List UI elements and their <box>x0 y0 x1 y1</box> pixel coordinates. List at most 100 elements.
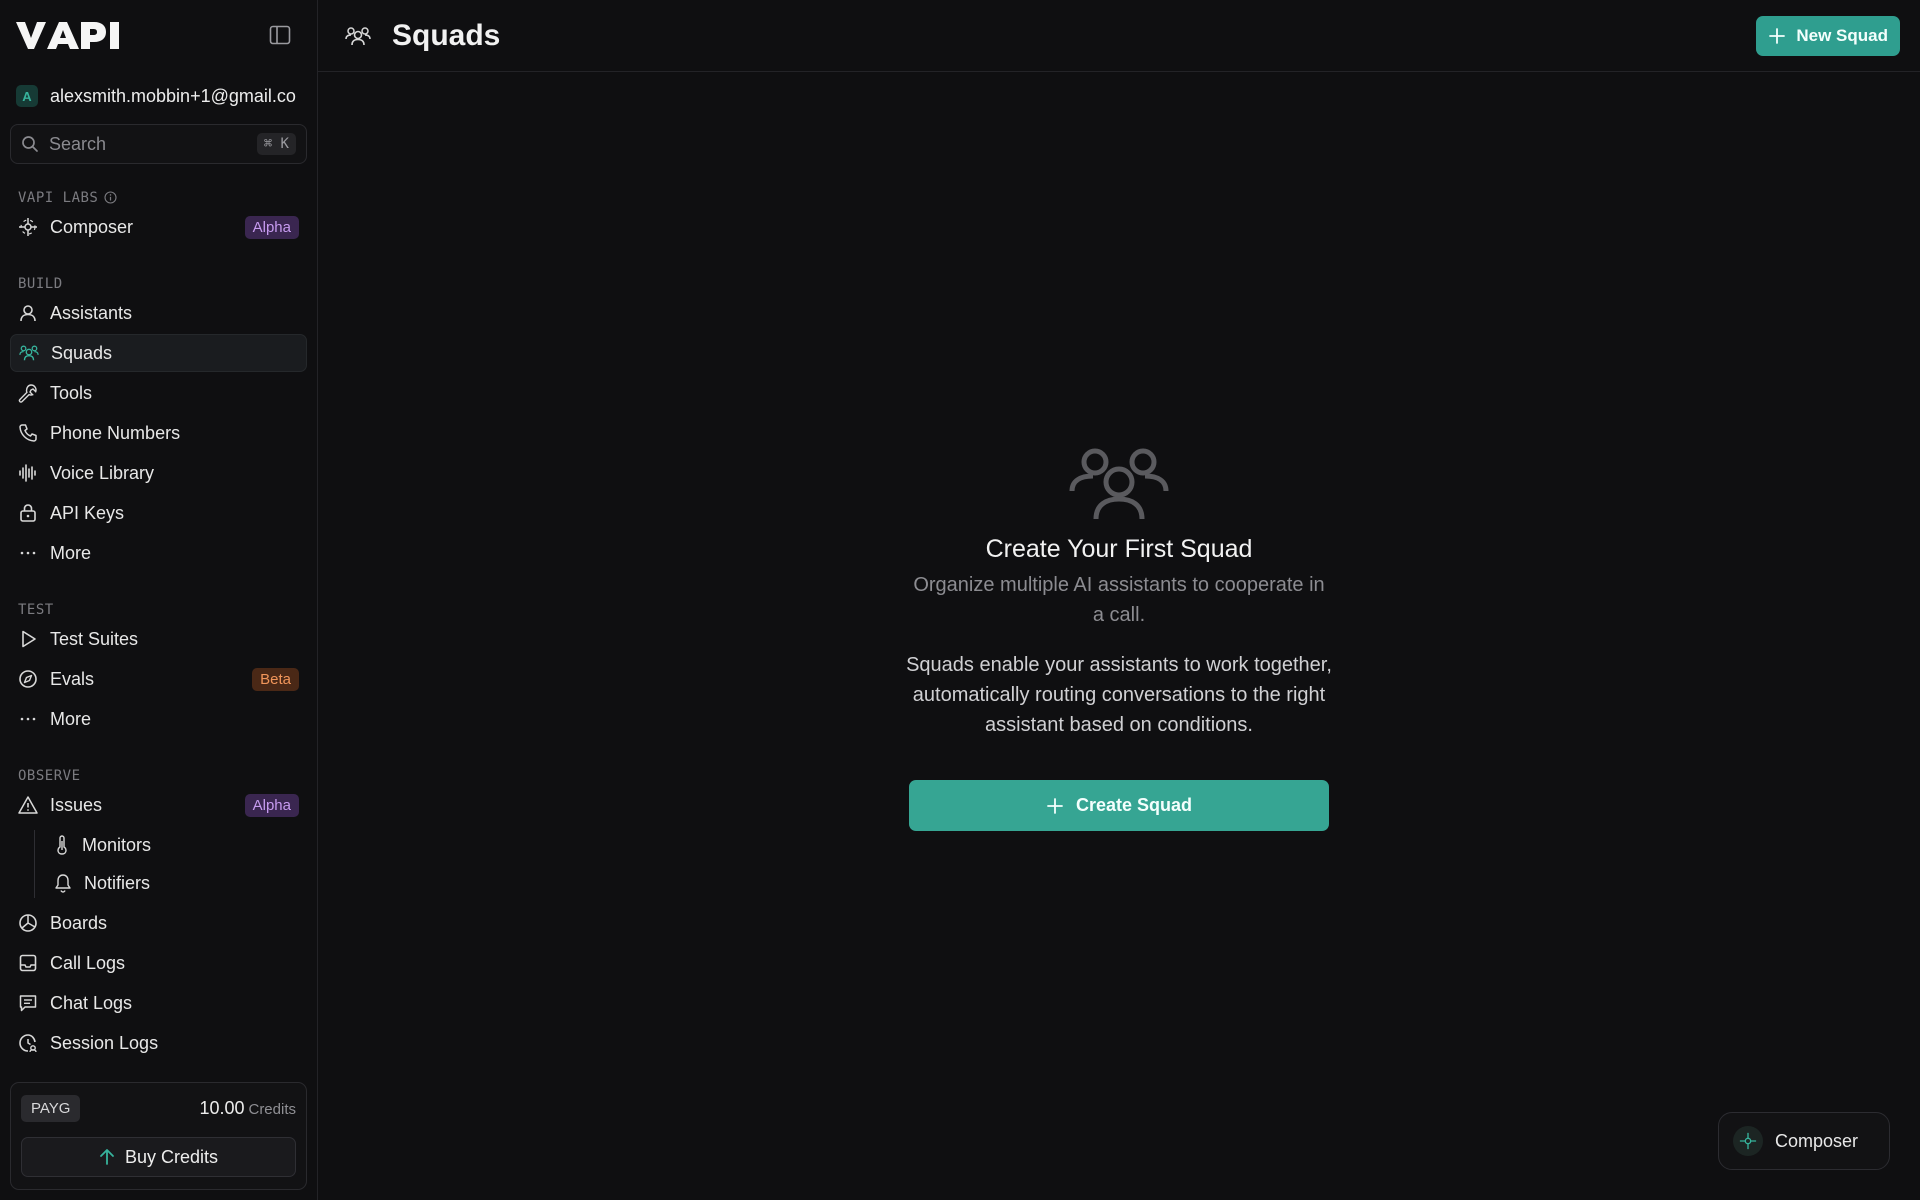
composer-label: Composer <box>1775 1130 1859 1151</box>
page-header: Squads New Squad <box>318 0 1920 72</box>
create-squad-button[interactable]: Create Squad <box>909 780 1329 831</box>
search-shortcut: ⌘ K <box>256 133 296 155</box>
panel-left-icon <box>269 25 291 45</box>
sidebar-item-label: Monitors <box>82 834 152 855</box>
alpha-badge: Alpha <box>244 215 299 239</box>
sidebar-item-label: Phone Numbers <box>50 422 181 443</box>
users-icon <box>1069 448 1169 520</box>
sidebar-item-voice-library[interactable]: Voice Library <box>10 454 307 492</box>
issues-subitems: Monitors Notifiers <box>34 826 317 902</box>
search-input[interactable]: Search ⌘ K <box>10 124 307 164</box>
pie-chart-icon <box>18 913 38 933</box>
play-icon <box>18 629 38 649</box>
account-switcher[interactable]: A alexsmith.mobbin+1@gmail.co <box>0 70 317 122</box>
search-placeholder: Search <box>49 133 107 154</box>
sidebar-item-label: Boards <box>50 912 108 933</box>
sidebar-item-label: Tools <box>50 382 93 403</box>
app-root: A alexsmith.mobbin+1@gmail.co Search ⌘ K… <box>0 0 1920 1200</box>
sidebar-item-squads[interactable]: Squads <box>10 334 307 372</box>
alpha-badge: Alpha <box>244 793 299 817</box>
arrow-up-icon <box>100 1149 114 1165</box>
plus-icon <box>1047 797 1063 814</box>
wrench-icon <box>18 383 38 403</box>
sidebar-item-label: Squads <box>51 342 113 363</box>
section-label-build: BUILD <box>18 276 63 292</box>
user-icon <box>18 303 38 323</box>
sidebar-item-label: Test Suites <box>50 628 139 649</box>
bell-icon <box>55 874 71 893</box>
create-squad-label: Create Squad <box>1075 795 1193 815</box>
empty-state-subtitle: Organize multiple AI assistants to coope… <box>913 574 1325 626</box>
credit-unit: Credits <box>248 1100 296 1118</box>
section-label-observe: OBSERVE <box>18 768 81 784</box>
sidebar-item-tools[interactable]: Tools <box>10 374 307 412</box>
plan-badge: PAYG <box>21 1094 81 1122</box>
lock-icon <box>18 503 38 523</box>
buy-credits-label: Buy Credits <box>124 1146 219 1167</box>
vapi-logo[interactable] <box>14 18 124 52</box>
sidebar-item-api-keys[interactable]: API Keys <box>10 494 307 532</box>
new-squad-label: New Squad <box>1796 25 1888 45</box>
buy-credits-button[interactable]: Buy Credits <box>21 1137 296 1177</box>
vapi-logo-mark <box>16 22 119 49</box>
sidebar-item-label: API Keys <box>50 502 125 523</box>
sidebar-item-label: Evals <box>50 668 95 689</box>
message-icon <box>18 993 38 1013</box>
sidebar-item-label: Call Logs <box>50 952 126 973</box>
audio-wave-icon <box>18 463 38 483</box>
sidebar-item-issues[interactable]: Issues Alpha <box>10 786 307 824</box>
thermometer-icon <box>57 835 67 855</box>
credits-balance: 10.00 Credits <box>199 1098 296 1119</box>
credits-panel: PAYG 10.00 Credits Buy Credits <box>10 1082 307 1190</box>
avatar: A <box>16 85 38 107</box>
beta-badge: Beta <box>252 667 299 691</box>
sidebar-item-test-suites[interactable]: Test Suites <box>10 620 307 658</box>
sidebar-item-phone-numbers[interactable]: Phone Numbers <box>10 414 307 452</box>
credit-amount: 10.00 <box>199 1097 245 1118</box>
sidebar-item-chat-logs[interactable]: Chat Logs <box>10 984 307 1022</box>
session-icon <box>18 1033 38 1053</box>
sidebar-item-composer[interactable]: Composer Alpha <box>10 208 307 246</box>
sidebar-item-label: Voice Library <box>50 462 155 483</box>
plus-icon <box>1769 27 1786 44</box>
sidebar-item-build-more[interactable]: More <box>10 534 307 572</box>
page-title: Squads <box>392 18 501 52</box>
composer-icon <box>18 217 38 237</box>
sidebar-item-assistants[interactable]: Assistants <box>10 294 307 332</box>
sidebar-item-notifiers[interactable]: Notifiers <box>34 864 317 902</box>
sidebar-item-label: More <box>50 542 92 563</box>
sidebar-collapse-button[interactable] <box>265 20 295 50</box>
sidebar-item-session-logs[interactable]: Session Logs <box>10 1024 307 1062</box>
sidebar-item-label: Issues <box>50 794 103 815</box>
main-content: Squads New Squad Create Your First Squad… <box>318 0 1920 1200</box>
inbox-icon <box>18 953 38 973</box>
users-icon <box>342 20 374 52</box>
sidebar: A alexsmith.mobbin+1@gmail.co Search ⌘ K… <box>0 0 318 1200</box>
sidebar-item-label: Assistants <box>50 302 133 323</box>
info-icon[interactable] <box>104 191 117 204</box>
account-email: alexsmith.mobbin+1@gmail.co <box>50 85 296 106</box>
composer-button[interactable]: Composer <box>1718 1112 1890 1170</box>
more-icon <box>18 709 38 729</box>
sidebar-item-label: More <box>50 708 92 729</box>
section-label-labs: VAPI LABS <box>0 178 317 206</box>
sidebar-item-test-more[interactable]: More <box>10 700 307 738</box>
more-icon <box>18 543 38 563</box>
phone-icon <box>18 423 38 443</box>
empty-state-description: Squads enable your assistants to work to… <box>906 654 1332 736</box>
sidebar-item-call-logs[interactable]: Call Logs <box>10 944 307 982</box>
sidebar-item-monitors[interactable]: Monitors <box>34 826 317 864</box>
new-squad-button[interactable]: New Squad <box>1756 15 1900 56</box>
sidebar-header <box>0 0 317 70</box>
sidebar-item-evals[interactable]: Evals Beta <box>10 660 307 698</box>
section-labs-text: VAPI LABS <box>18 190 99 206</box>
composer-icon <box>1733 1126 1763 1156</box>
sidebar-item-label: Composer <box>50 216 134 237</box>
sidebar-item-label: Session Logs <box>50 1032 159 1053</box>
empty-state: Create Your First Squad Organize multipl… <box>318 445 1920 831</box>
empty-state-title: Create Your First Squad <box>985 535 1253 563</box>
sidebar-item-boards[interactable]: Boards <box>10 904 307 942</box>
users-icon <box>19 343 39 363</box>
search-icon <box>22 136 38 152</box>
sidebar-item-label: Chat Logs <box>50 992 133 1013</box>
